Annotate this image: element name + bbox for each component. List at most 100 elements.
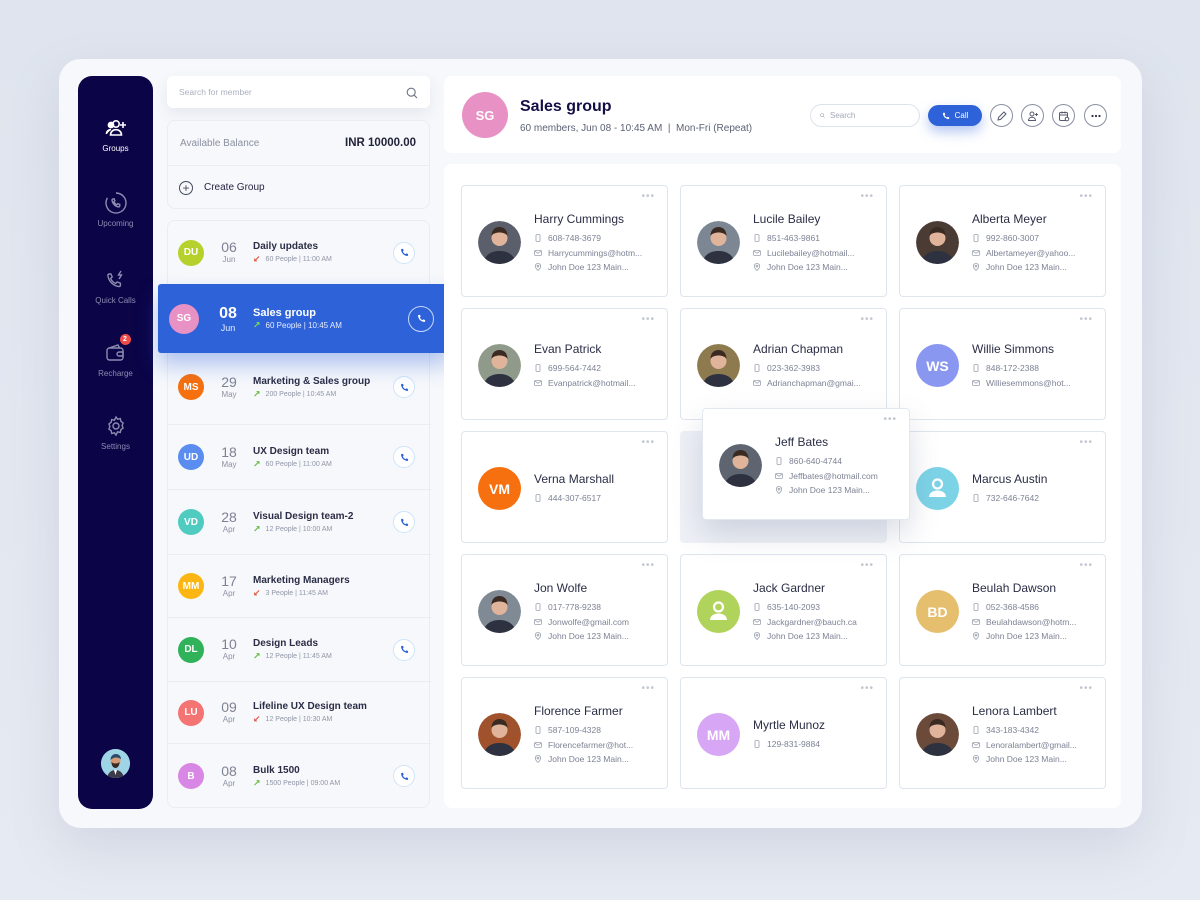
- group-list-item[interactable]: MS 29 May Marketing & Sales group ↗ 200 P…: [168, 350, 431, 425]
- user-avatar[interactable]: [101, 749, 130, 778]
- search-icon[interactable]: [406, 86, 418, 99]
- more-icon[interactable]: •••: [1079, 561, 1093, 571]
- more-options-button[interactable]: [1084, 104, 1107, 127]
- outgoing-arrow-icon: ↗: [253, 777, 261, 788]
- group-header: SG Sales group 60 members, Jun 08 - 10:4…: [444, 76, 1121, 153]
- sidebar-item-settings[interactable]: Settings: [78, 414, 153, 451]
- contact-phone: 129-831-9884: [767, 739, 820, 749]
- contact-card[interactable]: ••• Harry Cummings 608-748-3679 Harrycumm…: [461, 185, 668, 297]
- group-list-item[interactable]: VD 28 Apr Visual Design team-2 ↗ 12 Peopl…: [168, 490, 431, 555]
- sidebar-item-groups[interactable]: Groups: [78, 116, 153, 153]
- contact-address: John Doe 123 Main...: [986, 631, 1067, 641]
- sidebar-label: Recharge: [98, 369, 133, 378]
- contact-phone: 635-140-2093: [767, 602, 820, 612]
- mobile-icon: [776, 457, 782, 466]
- group-avatar: DU: [178, 239, 204, 266]
- edit-button[interactable]: [990, 104, 1013, 127]
- contact-avatar: [478, 713, 521, 756]
- create-group-button[interactable]: + Create Group: [168, 166, 429, 209]
- call-button[interactable]: Call: [928, 105, 982, 126]
- mail-icon: [534, 741, 542, 748]
- group-list-item[interactable]: DU 06 Jun Daily updates ↙ 60 People | 11:…: [168, 221, 431, 285]
- contact-card[interactable]: ••• WS Willie Simmons 848-172-2388 Willie…: [899, 308, 1106, 420]
- contact-card[interactable]: ••• Alberta Meyer 992-860-3007 Albertamey…: [899, 185, 1106, 297]
- group-avatar: DL: [178, 636, 204, 663]
- mobile-icon: [754, 364, 760, 373]
- more-icon[interactable]: •••: [641, 684, 655, 694]
- contact-avatar: [697, 221, 740, 264]
- group-call-button[interactable]: [393, 638, 415, 661]
- more-icon[interactable]: •••: [1079, 315, 1093, 325]
- group-call-button[interactable]: [393, 511, 415, 533]
- groups-icon: [104, 116, 128, 140]
- mobile-icon: [973, 234, 979, 243]
- contact-photo: [916, 221, 959, 264]
- contact-card[interactable]: ••• BD Beulah Dawson 052-368-4586 Beulahd…: [899, 554, 1106, 666]
- contact-address: John Doe 123 Main...: [548, 754, 629, 764]
- contact-email: Adrianchapman@gmai...: [767, 377, 861, 388]
- schedule-button[interactable]: [1052, 104, 1075, 127]
- group-call-button[interactable]: [393, 241, 415, 264]
- contact-phone: 848-172-2388: [986, 363, 1039, 373]
- sidebar-item-quick-calls[interactable]: Quick Calls: [78, 268, 153, 305]
- more-icon[interactable]: •••: [641, 561, 655, 571]
- contact-card-dragging[interactable]: ••• Jeff Bates 860-640-4744 Jeffbates@hot…: [702, 408, 910, 520]
- group-call-button[interactable]: [393, 446, 415, 468]
- contact-search-input[interactable]: [830, 111, 910, 120]
- more-icon[interactable]: •••: [860, 684, 874, 694]
- sidebar-item-upcoming[interactable]: Upcoming: [78, 191, 153, 228]
- contact-card[interactable]: ••• Lucile Bailey 851-463-9861 Lucilebail…: [680, 185, 887, 297]
- group-list-item[interactable]: UD 18 May UX Design team ↗ 60 People | 11…: [168, 425, 431, 490]
- contact-card[interactable]: ••• Evan Patrick 699-564-7442 Evanpatrick…: [461, 308, 668, 420]
- phone-icon: [400, 383, 408, 391]
- more-icon[interactable]: •••: [860, 315, 874, 325]
- contact-phone: 587-109-4328: [548, 725, 601, 735]
- contact-card[interactable]: ••• Jack Gardner 635-140-2093 Jackgardner…: [680, 554, 887, 666]
- contact-email: Jeffbates@hotmail.com: [789, 470, 878, 481]
- contact-initials: BD: [927, 603, 948, 620]
- more-icon: [1090, 114, 1101, 117]
- group-meta: 60 People | 10:45 AM: [265, 321, 342, 330]
- more-icon[interactable]: •••: [1079, 192, 1093, 202]
- contact-card[interactable]: ••• MM Myrtle Munoz 129-831-9884: [680, 677, 887, 789]
- more-icon[interactable]: •••: [860, 192, 874, 202]
- more-icon[interactable]: •••: [641, 192, 655, 202]
- group-date: 10 Apr: [209, 637, 249, 662]
- member-search-input[interactable]: [179, 87, 406, 97]
- contact-card[interactable]: ••• Marcus Austin 732-646-7642: [899, 431, 1106, 543]
- contact-card[interactable]: ••• Lenora Lambert 343-183-4342 Lenoralam…: [899, 677, 1106, 789]
- contact-card[interactable]: ••• Adrian Chapman 023-362-3983 Adriancha…: [680, 308, 887, 420]
- group-call-button[interactable]: [393, 376, 415, 398]
- sidebar-label: Groups: [102, 144, 129, 153]
- more-icon[interactable]: •••: [641, 315, 655, 325]
- more-icon[interactable]: •••: [1079, 438, 1093, 448]
- member-search: [167, 76, 430, 108]
- mail-icon: [753, 249, 761, 256]
- contact-name: Beulah Dawson: [972, 581, 1057, 595]
- contact-card[interactable]: ••• Jon Wolfe 017-778-9238 Jonwolfe@gmail…: [461, 554, 668, 666]
- calendar-icon: [1058, 111, 1069, 121]
- group-call-button[interactable]: [408, 305, 434, 332]
- more-icon[interactable]: •••: [1079, 684, 1093, 694]
- contact-avatar: [478, 344, 521, 387]
- add-member-button[interactable]: [1021, 104, 1044, 127]
- more-icon[interactable]: •••: [641, 438, 655, 448]
- group-list-item[interactable]: SG 08 Jun Sales group ↗ 60 People | 10:45…: [158, 284, 450, 353]
- more-icon[interactable]: •••: [883, 415, 897, 425]
- more-icon[interactable]: •••: [860, 561, 874, 571]
- mobile-icon: [973, 364, 979, 373]
- contact-search: [810, 104, 920, 127]
- sidebar-item-recharge[interactable]: 2 Recharge: [78, 334, 153, 378]
- mobile-icon: [754, 740, 760, 749]
- mail-icon: [972, 741, 980, 748]
- contact-card[interactable]: ••• Florence Farmer 587-109-4328 Florence…: [461, 677, 668, 789]
- group-list-item[interactable]: LU 09 Apr Lifeline UX Design team ↙ 12 Pe…: [168, 682, 431, 744]
- group-list-item[interactable]: DL 10 Apr Design Leads ↗ 12 People | 11:4…: [168, 618, 431, 682]
- contact-avatar: [697, 344, 740, 387]
- contact-name: Florence Farmer: [534, 704, 623, 718]
- group-meta: 12 People | 10:30 AM: [265, 716, 333, 723]
- contact-card[interactable]: ••• VM Verna Marshall 444-307-6517: [461, 431, 668, 543]
- group-list-item[interactable]: B 08 Apr Bulk 1500 ↗ 1500 People | 09:00 …: [168, 744, 431, 808]
- group-list-item[interactable]: MM 17 Apr Marketing Managers ↙ 3 People |…: [168, 555, 431, 618]
- group-call-button[interactable]: [393, 765, 415, 787]
